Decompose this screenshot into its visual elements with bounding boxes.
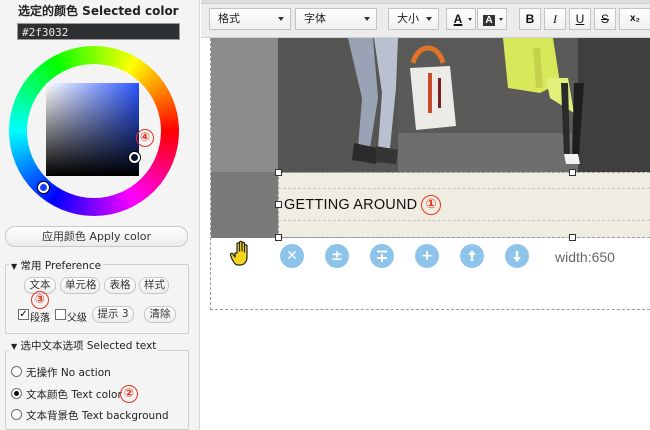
italic-button[interactable]: I: [544, 8, 566, 30]
pref-style-button[interactable]: 样式: [139, 277, 169, 294]
chevron-down-icon: [278, 17, 284, 21]
chevron-down-icon: [426, 17, 432, 21]
add-circle-icon[interactable]: +: [415, 244, 439, 268]
close-circle-icon[interactable]: ✕: [280, 244, 304, 268]
arrow-up-glyph: [468, 250, 476, 261]
toolbar-top-strip: [201, 0, 650, 4]
row-guide-line: [278, 188, 650, 189]
bold-button[interactable]: B: [519, 8, 541, 30]
photo-image: [278, 38, 650, 172]
resize-handle-bl[interactable]: [275, 234, 282, 241]
arrow-down-glyph: [513, 251, 521, 262]
radio-text-color[interactable]: [11, 388, 22, 399]
subscript-button[interactable]: x₂: [619, 8, 650, 30]
chevron-down-icon: [364, 17, 370, 21]
radio-no-action[interactable]: [11, 366, 22, 377]
insert-above-icon[interactable]: [370, 244, 394, 268]
pref-cell-button[interactable]: 单元格: [60, 277, 100, 294]
font-dropdown-label: 字体: [304, 12, 326, 25]
hex-color-field[interactable]: #2f3032: [17, 23, 180, 40]
radio-text-background-label: 文本背景色 Text background: [26, 410, 169, 422]
chevron-down-icon: [468, 18, 472, 21]
cell-text-content[interactable]: GETTING AROUND: [284, 197, 417, 213]
underline-button[interactable]: U: [569, 8, 591, 30]
parent-checkbox[interactable]: [55, 309, 66, 320]
editor-toolbar: 格式 字体 大小 A A B I U S x₂: [201, 0, 650, 38]
size-dropdown-label: 大小: [397, 12, 419, 25]
clear-button[interactable]: 清除: [144, 306, 176, 323]
step-marker-2: ②: [120, 385, 138, 403]
row-guide-line: [278, 220, 650, 221]
apply-color-button[interactable]: 应用颜色 Apply color: [5, 226, 188, 247]
pref-table-button[interactable]: 表格: [104, 277, 136, 294]
step-marker-4: ④: [136, 129, 154, 147]
radio-no-action-label: 无操作 No action: [26, 367, 111, 379]
table-cell-gray-top[interactable]: [211, 38, 278, 172]
step-marker-3: ③: [31, 291, 49, 309]
hue-picker-handle[interactable]: [38, 182, 49, 193]
preference-legend[interactable]: ▼ 常用 Preference: [9, 258, 104, 273]
insert-above-glyph: [377, 250, 387, 262]
table-cell-gray-bottom[interactable]: [211, 172, 278, 238]
saturation-value-square[interactable]: [46, 83, 139, 176]
color-panel: 选定的颜色 Selected color #2f3032 ④ 应用颜色 Appl…: [0, 0, 200, 430]
sv-picker-handle[interactable]: [129, 152, 140, 163]
paragraph-checkbox-label: 段落: [30, 313, 50, 324]
size-dropdown[interactable]: 大小: [388, 8, 439, 30]
background-color-icon: A: [483, 15, 495, 26]
selected-text-legend-label: 选中文本选项 Selected text: [20, 340, 157, 352]
selected-text-legend[interactable]: ▼ 选中文本选项 Selected text: [9, 338, 159, 353]
text-color-button[interactable]: A: [446, 8, 476, 30]
step-marker-1: ①: [421, 195, 441, 215]
resize-handle-ml[interactable]: [275, 201, 282, 208]
collapse-triangle-icon: ▼: [11, 262, 18, 271]
format-dropdown-label: 格式: [218, 12, 240, 25]
resize-handle-bc[interactable]: [569, 234, 576, 241]
plus-minus-circle-icon[interactable]: ±: [325, 244, 349, 268]
resize-handle-tl[interactable]: [275, 169, 282, 176]
background-color-button[interactable]: A: [477, 8, 507, 30]
resize-handle-tc[interactable]: [569, 169, 576, 176]
font-dropdown[interactable]: 字体: [295, 8, 377, 30]
hint-button[interactable]: 提示 3: [92, 306, 134, 323]
selected-color-title: 选定的颜色 Selected color: [18, 4, 179, 18]
radio-text-background[interactable]: [11, 409, 22, 420]
chevron-down-icon: [499, 18, 503, 21]
parent-checkbox-label: 父级: [67, 313, 87, 324]
text-color-icon: A: [453, 12, 463, 26]
hand-icon[interactable]: [229, 240, 253, 268]
width-readout: width:650: [555, 249, 615, 265]
radio-text-color-label: 文本颜色 Text color: [26, 389, 122, 401]
strikethrough-button[interactable]: S: [594, 8, 616, 30]
arrow-down-circle-icon[interactable]: [505, 244, 529, 268]
paragraph-checkbox[interactable]: ✓: [18, 309, 29, 320]
fashion-photo: [278, 38, 650, 172]
preference-legend-label: 常用 Preference: [20, 260, 102, 272]
collapse-triangle-icon: ▼: [11, 342, 18, 351]
arrow-up-circle-icon[interactable]: [460, 244, 484, 268]
format-dropdown[interactable]: 格式: [209, 8, 291, 30]
